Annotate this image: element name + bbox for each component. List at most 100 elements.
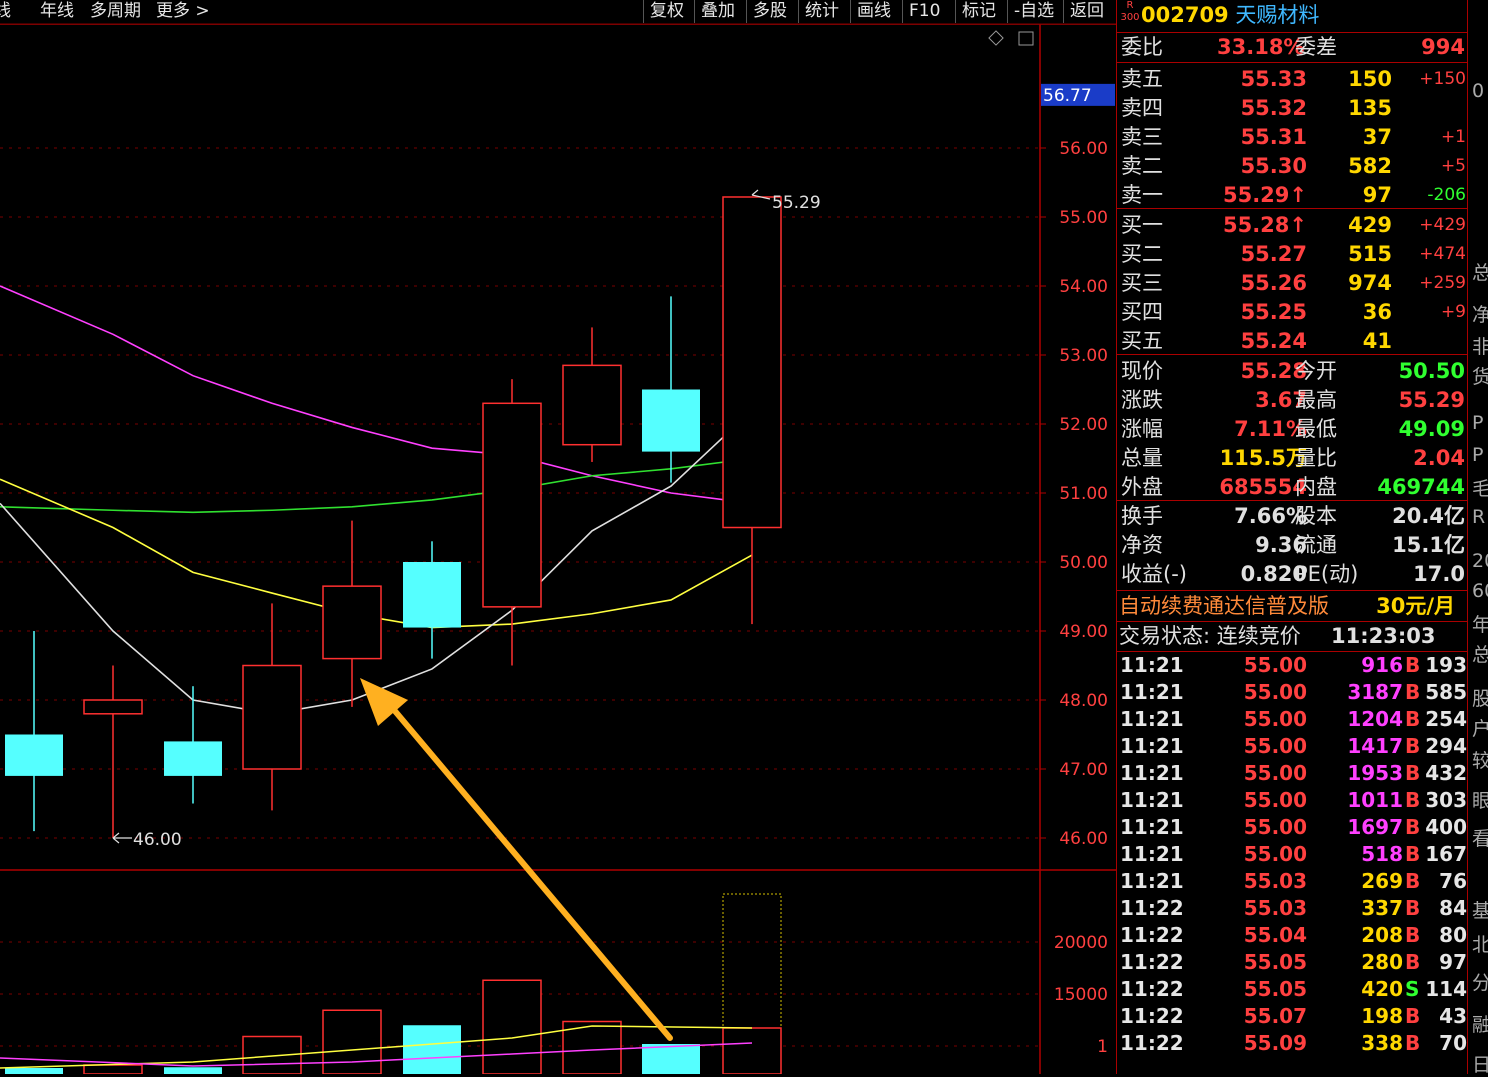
tick-side: B — [1405, 896, 1421, 920]
tick-side: B — [1405, 788, 1421, 812]
tick-time: 11:21 — [1120, 842, 1184, 866]
candle[interactable] — [722, 196, 782, 625]
right-strip-char: 看 — [1472, 828, 1488, 850]
right-strip-char: 总 — [1472, 644, 1488, 666]
ask-volume: 582 — [1348, 154, 1392, 178]
trade-status: 交易状态: 连续竞价 11:23:03 — [1119, 622, 1467, 650]
bid-row[interactable]: 买四 55.25 36 +9 — [1117, 298, 1467, 326]
tick-time: 11:22 — [1120, 1004, 1184, 1028]
right-strip-char: 毛 — [1472, 478, 1488, 500]
diamond-icon[interactable] — [988, 30, 1004, 46]
stat-value: 15.1亿 — [1392, 533, 1465, 557]
tick-time: 11:21 — [1120, 869, 1184, 893]
quote-stat-row: 涨跌 3.67 最高 55.29 — [1117, 386, 1467, 414]
right-strip-char: 股 — [1472, 688, 1488, 710]
ask-label: 卖四 — [1121, 96, 1163, 120]
stat-label: 最低 — [1295, 417, 1337, 441]
bid-label: 买四 — [1121, 300, 1163, 324]
right-strip-char: 户 — [1472, 718, 1488, 740]
tick-side: B — [1405, 761, 1421, 785]
stock-name: 天赐材料 — [1235, 3, 1320, 27]
tick-count: 193 — [1425, 653, 1467, 677]
right-strip-char: 60 — [1472, 580, 1488, 602]
stat-value: 20.4亿 — [1392, 504, 1465, 528]
quote-stat-row: 现价 55.28 今开 50.50 — [1117, 357, 1467, 385]
stat-label: 最高 — [1295, 388, 1337, 412]
tick-price: 55.00 — [1243, 707, 1307, 731]
ask-row[interactable]: 卖一 55.29↑ 97 -206 — [1117, 181, 1467, 209]
weibi-row: 委比 33.18% 委差 994 — [1121, 35, 1465, 59]
tick-volume: 1697 — [1347, 815, 1403, 839]
right-strip-char: R — [1472, 506, 1486, 528]
ask-label: 卖五 — [1121, 67, 1163, 91]
high-annotation: 55.29 — [772, 193, 821, 213]
low-annotation: 46.00 — [133, 830, 182, 850]
tick-time: 11:21 — [1120, 761, 1184, 785]
candle[interactable] — [322, 520, 382, 707]
volume-bar — [83, 1064, 143, 1074]
right-strip-char: 日 — [1472, 1054, 1488, 1076]
tick-count: 167 — [1425, 842, 1467, 866]
tick-price: 55.00 — [1243, 842, 1307, 866]
right-strip-char: 眼 — [1472, 790, 1488, 812]
volume-axis-label: 15000 — [1054, 985, 1108, 1005]
bid-row[interactable]: 买三 55.26 974 +259 — [1117, 269, 1467, 297]
stat-label: 量比 — [1295, 446, 1337, 470]
bid-price: 55.24 — [1240, 329, 1307, 353]
tick-price: 55.03 — [1243, 896, 1307, 920]
tick-row: 11:21 55.00 1011 B 303 — [1117, 787, 1467, 814]
ask-volume: 135 — [1348, 96, 1392, 120]
candle[interactable] — [403, 541, 461, 659]
volume-bar — [642, 1044, 700, 1074]
stat-value: 49.09 — [1398, 417, 1465, 441]
candle[interactable] — [242, 603, 302, 811]
right-strip-char: 净 — [1472, 304, 1488, 326]
bid-label: 买五 — [1121, 329, 1163, 353]
ask-row[interactable]: 卖五 55.33 150 +150 — [1117, 65, 1467, 93]
right-strip-char: 分 — [1472, 972, 1488, 994]
tick-volume: 1417 — [1347, 734, 1403, 758]
tick-volume: 269 — [1361, 869, 1403, 893]
candle[interactable] — [482, 379, 542, 666]
volume-bar — [403, 1025, 461, 1074]
bid-row[interactable]: 买五 55.24 41 — [1117, 327, 1467, 355]
tick-volume: 338 — [1361, 1031, 1403, 1055]
stat-value: 685554 — [1219, 475, 1307, 499]
ask-row[interactable]: 卖二 55.30 582 +5 — [1117, 152, 1467, 180]
stat-value: 115.5万 — [1219, 446, 1307, 470]
ask-change: +1 — [1440, 127, 1466, 147]
right-strip-char: 货 — [1472, 366, 1488, 388]
window-toggle-icon[interactable] — [1018, 31, 1034, 46]
tick-time: 11:22 — [1120, 1031, 1184, 1055]
ask-label: 卖二 — [1121, 154, 1163, 178]
promo-banner[interactable]: 自动续费通达信普及版 30元/月 — [1119, 592, 1467, 620]
right-strip-char: 北 — [1472, 934, 1488, 956]
tick-price: 55.03 — [1243, 869, 1307, 893]
bid-row[interactable]: 买二 55.27 515 +474 — [1117, 240, 1467, 268]
right-strip-char: 总 — [1472, 262, 1488, 284]
tick-side: B — [1405, 923, 1421, 947]
bid-volume: 36 — [1362, 300, 1392, 324]
bid-row[interactable]: 买一 55.28↑ 429 +429 — [1117, 211, 1467, 239]
bid-label: 买三 — [1121, 271, 1163, 295]
tick-row: 11:22 55.03 337 B 84 — [1117, 895, 1467, 922]
candle[interactable] — [83, 665, 143, 839]
ask-row[interactable]: 卖四 55.32 135 — [1117, 94, 1467, 122]
tick-volume: 208 — [1361, 923, 1403, 947]
tick-volume: 1204 — [1347, 707, 1403, 731]
kline-chart[interactable]: 56.00 55.00 54.00 53.00 52.00 51.00 50.00 49.00… — [0, 0, 1116, 1074]
tick-count: 585 — [1425, 680, 1467, 704]
bid-label: 买一 — [1121, 213, 1163, 237]
ask-change: +5 — [1440, 156, 1466, 176]
tick-row: 11:22 55.04 208 B 80 — [1117, 922, 1467, 949]
stat-value: 50.50 — [1398, 359, 1465, 383]
right-strip-char: 非 — [1472, 336, 1488, 358]
bid-price: 55.27 — [1240, 242, 1307, 266]
tick-side: B — [1405, 1031, 1421, 1055]
candle[interactable] — [642, 296, 700, 483]
candle[interactable] — [562, 327, 622, 462]
ask-row[interactable]: 卖三 55.31 37 +1 — [1117, 123, 1467, 151]
candle[interactable] — [5, 631, 63, 832]
tick-row: 11:22 55.05 280 B 97 — [1117, 949, 1467, 976]
weibi-value: 33.18% — [1217, 35, 1305, 59]
